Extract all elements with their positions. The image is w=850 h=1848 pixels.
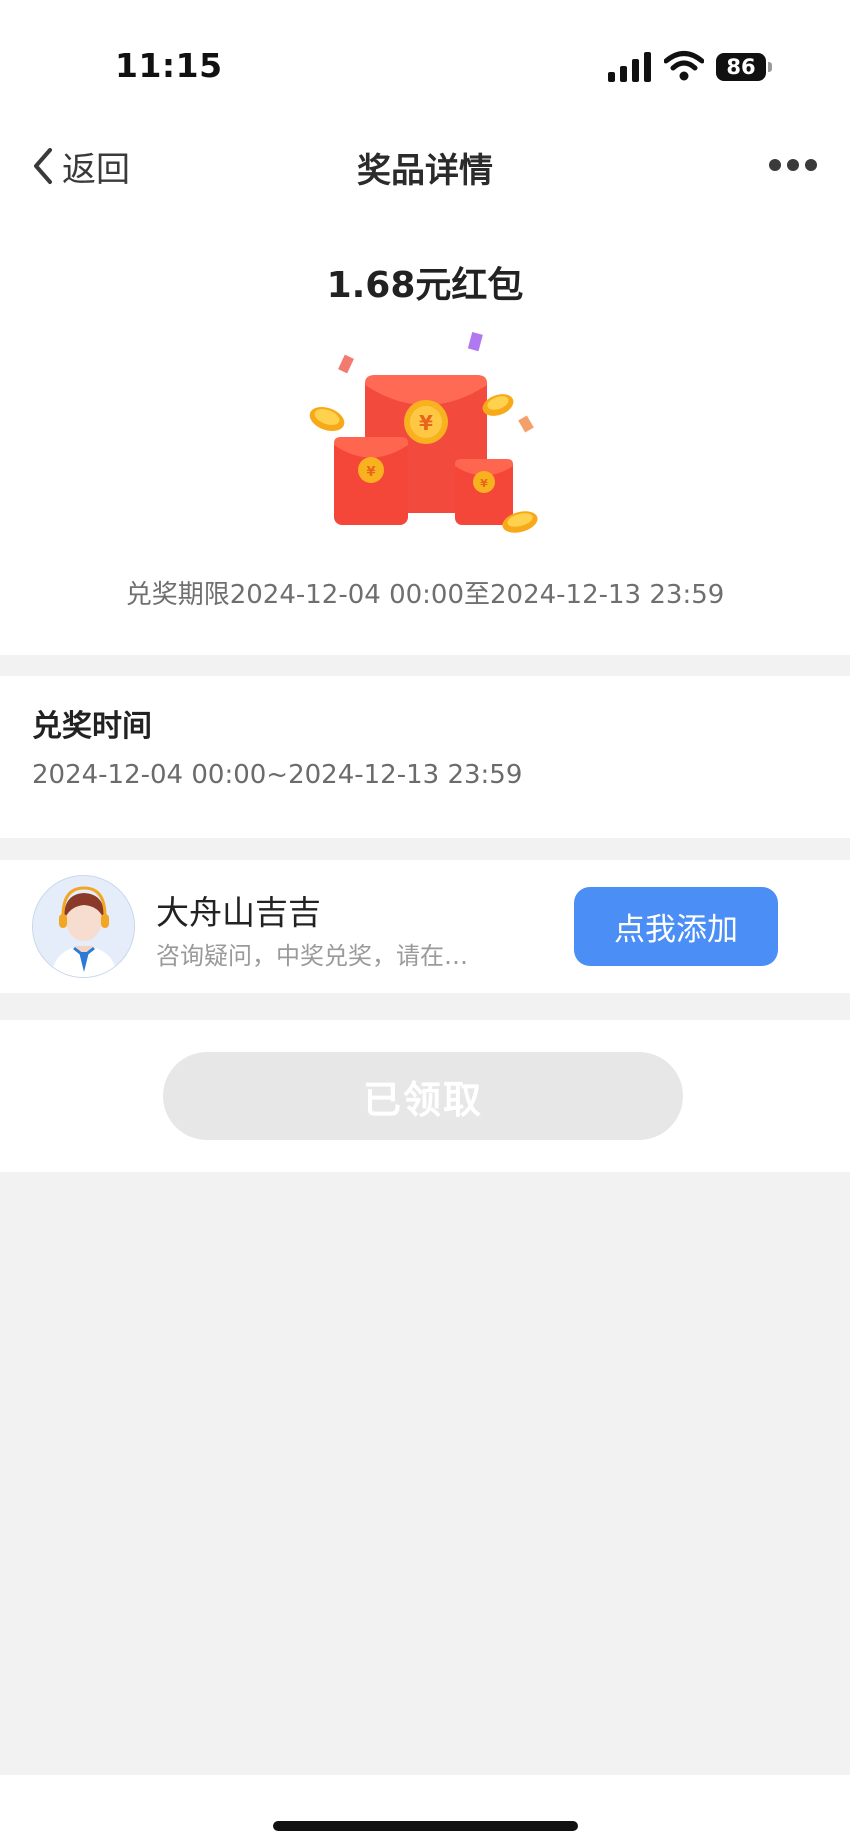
more-icon[interactable]	[768, 156, 818, 174]
validity-period: 兑奖期限2024-12-04 00:00至2024-12-13 23:59	[125, 580, 725, 610]
page-title: 奖品详情	[357, 151, 493, 191]
contact-description: 咨询疑问，中奖兑奖，请在…	[156, 942, 468, 970]
redeem-time-card: 兑奖时间 2024-12-04 00:00~2024-12-13 23:59	[0, 676, 850, 838]
action-card: 已领取	[0, 1020, 850, 1172]
home-indicator	[273, 1821, 578, 1831]
cellular-signal-icon	[608, 52, 651, 82]
svg-text:¥: ¥	[366, 465, 375, 480]
bottom-bar	[0, 1775, 850, 1848]
customer-service-avatar-icon	[33, 876, 134, 977]
red-envelope-icon: ¥ ¥ ¥	[309, 331, 538, 533]
battery-level: 86	[726, 55, 756, 79]
svg-text:¥: ¥	[480, 477, 488, 490]
battery-tip	[768, 62, 772, 72]
contact-name: 大舟山吉吉	[156, 893, 321, 932]
claimed-button[interactable]: 已领取	[163, 1052, 683, 1140]
wifi-icon	[664, 51, 704, 81]
svg-text:¥: ¥	[419, 411, 433, 435]
avatar	[32, 875, 135, 978]
status-time: 11:15	[115, 46, 223, 85]
redeem-time-heading: 兑奖时间	[32, 709, 152, 744]
prize-title: 1.68元红包	[326, 265, 524, 306]
contact-card: 大舟山吉吉 咨询疑问，中奖兑奖，请在… 点我添加	[0, 860, 850, 993]
redeem-time-value: 2024-12-04 00:00~2024-12-13 23:59	[32, 760, 523, 790]
battery-indicator: 86	[716, 53, 766, 81]
add-contact-button[interactable]: 点我添加	[574, 887, 778, 966]
